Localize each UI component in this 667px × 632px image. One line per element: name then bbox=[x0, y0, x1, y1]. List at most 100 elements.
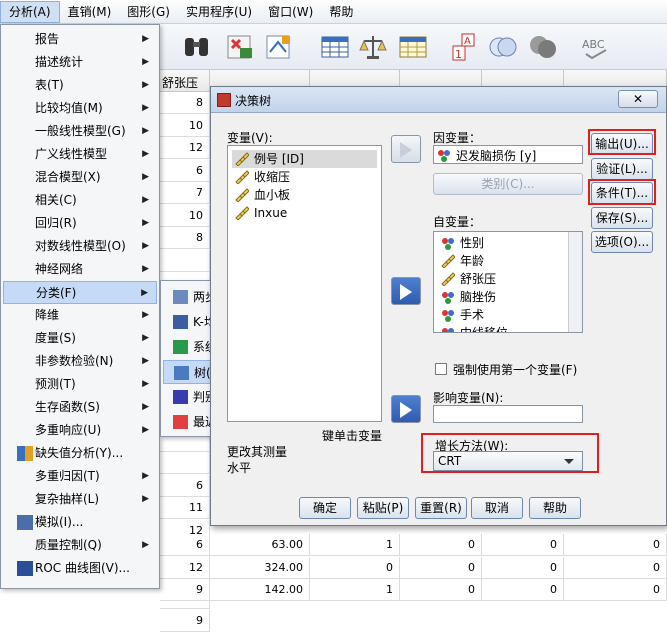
independent-item[interactable]: 脑挫伤 bbox=[438, 288, 496, 306]
grid-cell[interactable]: 10 bbox=[160, 204, 210, 227]
menu-item-11[interactable]: 分类(F) ▶ bbox=[3, 281, 157, 304]
grid-cell[interactable]: 0 bbox=[310, 556, 400, 579]
grid-cell[interactable]: 9 bbox=[160, 579, 210, 601]
independent-scrollbar[interactable] bbox=[568, 232, 582, 332]
grid-cell[interactable]: 0 bbox=[482, 556, 564, 579]
validation-button[interactable]: 验证(L)... bbox=[591, 157, 653, 180]
menu-item-13[interactable]: 度量(S) ▶ bbox=[3, 327, 157, 350]
menu-analyze[interactable]: 分析(A) bbox=[0, 0, 60, 23]
menu-item-19[interactable]: 多重归因(T) ▶ bbox=[3, 465, 157, 488]
influence-field[interactable] bbox=[433, 405, 583, 423]
grid-cell[interactable]: 142.00 bbox=[210, 579, 310, 601]
menu-item-1[interactable]: 描述统计 ▶ bbox=[3, 51, 157, 74]
independent-list[interactable]: 性别年龄舒张压脑挫伤手术中线移位脑肿胀 bbox=[433, 231, 583, 333]
menu-window[interactable]: 窗口(W) bbox=[260, 0, 321, 24]
value-labels-icon[interactable]: A1 bbox=[450, 32, 480, 62]
spell-check-icon[interactable]: ABC bbox=[580, 32, 610, 62]
grid-cell[interactable]: 8 bbox=[160, 227, 210, 249]
menu-item-9[interactable]: 对数线性模型(O) ▶ bbox=[3, 235, 157, 258]
cancel-button[interactable]: 取消 bbox=[471, 497, 523, 519]
reset-button[interactable]: 重置(R) bbox=[415, 497, 467, 519]
menu-item-15[interactable]: 预测(T) ▶ bbox=[3, 373, 157, 396]
variables-list[interactable]: 例号 [ID] 收缩压 血小板 Inxue bbox=[227, 145, 382, 422]
menu-item-4[interactable]: 一般线性模型(G) ▶ bbox=[3, 120, 157, 143]
independent-item[interactable]: 手术 bbox=[438, 306, 484, 324]
paste-button[interactable]: 粘贴(P) bbox=[357, 497, 409, 519]
menu-item-8[interactable]: 回归(R) ▶ bbox=[3, 212, 157, 235]
menu-utilities[interactable]: 实用程序(U) bbox=[178, 0, 260, 24]
growth-method-select[interactable]: CRT bbox=[433, 451, 583, 471]
menu-item-2[interactable]: 表(T) ▶ bbox=[3, 74, 157, 97]
menu-item-10[interactable]: 神经网络 ▶ bbox=[3, 258, 157, 281]
grid-cell[interactable] bbox=[160, 249, 210, 272]
independent-item[interactable]: 中线移位 bbox=[438, 324, 508, 332]
grid-cell[interactable]: 6 bbox=[160, 159, 210, 182]
weight-cases-icon[interactable] bbox=[358, 32, 388, 62]
column-header-diastolic[interactable]: 舒张压 bbox=[160, 70, 210, 92]
move-to-independent-button[interactable] bbox=[391, 277, 421, 305]
move-to-influence-button[interactable] bbox=[391, 395, 421, 423]
grid-cell[interactable]: 1 bbox=[310, 534, 400, 556]
grid-cell[interactable]: 0 bbox=[564, 556, 667, 579]
variable-item[interactable]: 收缩压 bbox=[232, 168, 377, 186]
menu-item-12[interactable]: 降维 ▶ bbox=[3, 304, 157, 327]
grid-cell[interactable]: 6 bbox=[160, 534, 210, 556]
menu-item-23[interactable]: ROC 曲线图(V)... bbox=[3, 557, 157, 580]
show-all-variables-icon[interactable] bbox=[528, 32, 558, 62]
select-cases-icon[interactable] bbox=[398, 32, 428, 62]
menu-item-22[interactable]: 质量控制(Q) ▶ bbox=[3, 534, 157, 557]
grid-cell[interactable]: 0 bbox=[564, 534, 667, 556]
menu-help[interactable]: 帮助 bbox=[321, 0, 361, 24]
ok-button[interactable]: 确定 bbox=[299, 497, 351, 519]
grid-cell[interactable]: 0 bbox=[482, 579, 564, 601]
variable-item[interactable]: 例号 [ID] bbox=[232, 150, 377, 168]
menu-graphs[interactable]: 图形(G) bbox=[119, 0, 178, 24]
save-button[interactable]: 保存(S)... bbox=[591, 206, 653, 229]
grid-cell[interactable]: 0 bbox=[564, 579, 667, 601]
variable-item[interactable]: 血小板 bbox=[232, 186, 377, 204]
close-button[interactable]: ✕ bbox=[618, 90, 658, 108]
grid-cell[interactable]: 8 bbox=[160, 92, 210, 114]
grid-cell[interactable]: 0 bbox=[400, 556, 482, 579]
grid-cell[interactable] bbox=[160, 452, 210, 474]
help-button[interactable]: 帮助 bbox=[529, 497, 581, 519]
grid-cell[interactable]: 324.00 bbox=[210, 556, 310, 579]
menu-item-17[interactable]: 多重响应(U) ▶ bbox=[3, 419, 157, 442]
menu-direct-marketing[interactable]: 直销(M) bbox=[60, 0, 120, 24]
menu-item-6[interactable]: 混合模型(X) ▶ bbox=[3, 166, 157, 189]
grid-cell[interactable]: 0 bbox=[400, 534, 482, 556]
grid-cell[interactable]: 10 bbox=[160, 114, 210, 137]
menu-item-5[interactable]: 广义线性模型 ▶ bbox=[3, 143, 157, 166]
menu-item-20[interactable]: 复杂抽样(L) ▶ bbox=[3, 488, 157, 511]
grid-cell[interactable]: 0 bbox=[482, 534, 564, 556]
independent-item[interactable]: 舒张压 bbox=[438, 270, 496, 288]
grid-cell[interactable]: 6 bbox=[160, 474, 210, 497]
move-to-dependent-button[interactable] bbox=[391, 135, 421, 163]
insert-case-icon[interactable] bbox=[226, 32, 256, 62]
menu-item-21[interactable]: 模拟(I)... bbox=[3, 511, 157, 534]
independent-item[interactable]: 性别 bbox=[438, 234, 484, 252]
grid-cell[interactable]: 63.00 bbox=[210, 534, 310, 556]
grid-cell[interactable]: 1 bbox=[310, 579, 400, 601]
force-first-checkbox[interactable] bbox=[435, 363, 447, 375]
binoculars-icon[interactable] bbox=[182, 32, 212, 62]
independent-item[interactable]: 年龄 bbox=[438, 252, 484, 270]
split-file-icon[interactable] bbox=[320, 32, 350, 62]
options-button[interactable]: 选项(O)... bbox=[591, 231, 653, 253]
categories-button[interactable]: 类别(C)... bbox=[433, 173, 583, 195]
grid-cell[interactable]: 9 bbox=[160, 609, 210, 632]
grid-cell[interactable]: 12 bbox=[160, 556, 210, 579]
menu-item-0[interactable]: 报告 ▶ bbox=[3, 28, 157, 51]
insert-variable-icon[interactable] bbox=[264, 32, 294, 62]
use-sets-icon[interactable] bbox=[488, 32, 518, 62]
grid-cell[interactable]: 0 bbox=[400, 579, 482, 601]
variable-item[interactable]: Inxue bbox=[232, 204, 377, 222]
dependent-field[interactable]: 迟发脑损伤 [y] bbox=[433, 145, 583, 164]
menu-item-14[interactable]: 非参数检验(N) ▶ bbox=[3, 350, 157, 373]
menu-item-16[interactable]: 生存函数(S) ▶ bbox=[3, 396, 157, 419]
grid-cell[interactable]: 11 bbox=[160, 497, 210, 519]
menu-item-7[interactable]: 相关(C) ▶ bbox=[3, 189, 157, 212]
grid-cell[interactable]: 12 bbox=[160, 137, 210, 159]
grid-cell[interactable]: 7 bbox=[160, 182, 210, 204]
menu-item-3[interactable]: 比较均值(M) ▶ bbox=[3, 97, 157, 120]
